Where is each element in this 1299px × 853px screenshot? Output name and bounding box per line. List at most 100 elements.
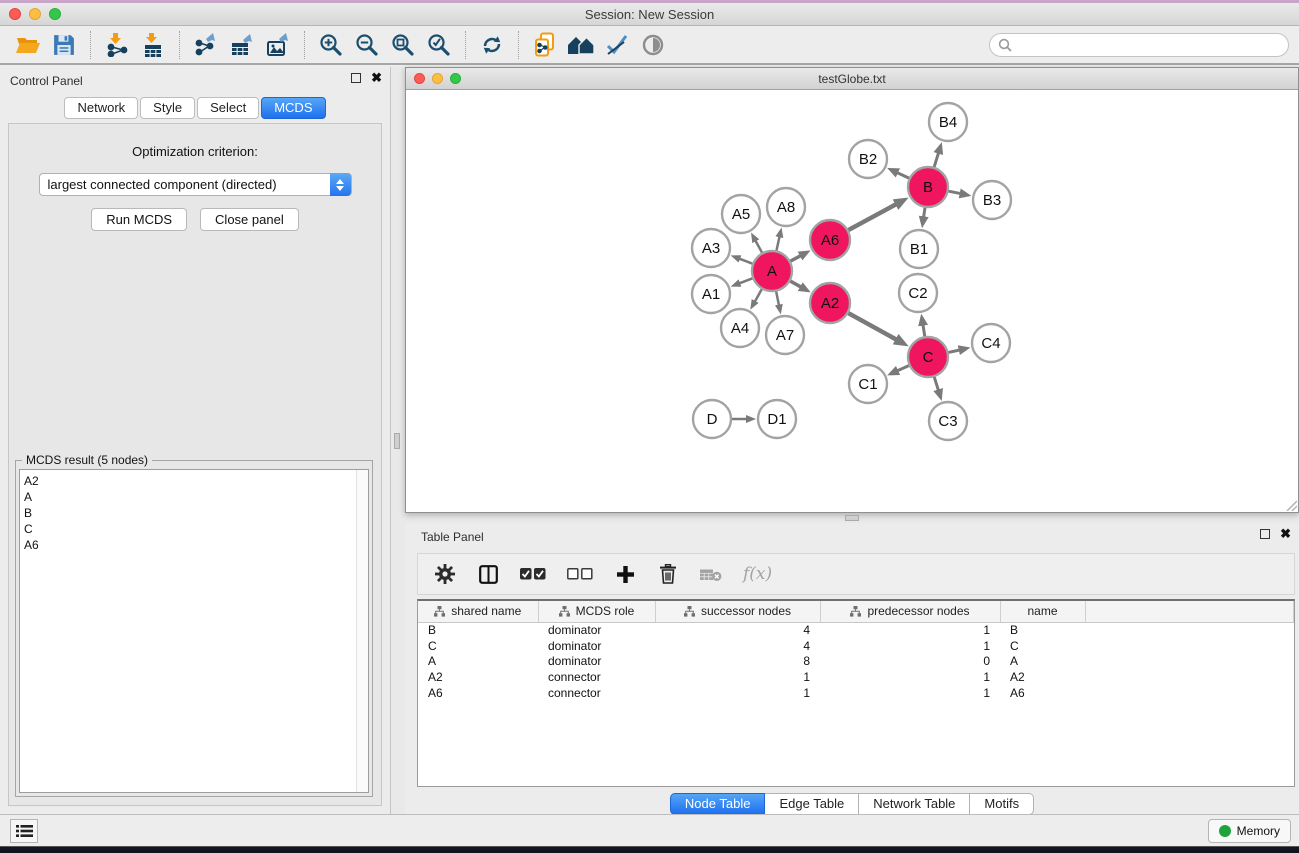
- column-type-icon: [684, 606, 695, 617]
- table-header-row: shared nameMCDS rolesuccessor nodesprede…: [418, 601, 1294, 622]
- table-row[interactable]: A6connector11A6: [418, 685, 1294, 701]
- table-panel-title: Table Panel: [421, 530, 484, 544]
- table-cell: 1: [820, 669, 1000, 685]
- criterion-dropdown[interactable]: largest connected component (directed): [39, 173, 352, 196]
- import-table-icon: [141, 33, 165, 57]
- window-resize-grip[interactable]: [1285, 499, 1297, 511]
- import-table-button[interactable]: [135, 29, 171, 61]
- node-table: shared nameMCDS rolesuccessor nodesprede…: [418, 601, 1294, 701]
- network-canvas[interactable]: B4B2BB3A8A5A6A3B1AC2A1A2A4A7C4CC1C3DD1: [406, 90, 1298, 512]
- table-cell: A: [418, 654, 538, 670]
- table-panel-header: Table Panel ✖: [405, 523, 1299, 549]
- list-icon: [16, 824, 33, 838]
- graph-node-label-A: A: [767, 263, 777, 280]
- tab-edge-table[interactable]: Edge Table: [765, 793, 859, 815]
- show-hidden-button[interactable]: [635, 29, 671, 61]
- network-window-title: testGlobe.txt: [406, 72, 1298, 86]
- column-header-predecessor-nodes[interactable]: predecessor nodes: [820, 601, 1000, 622]
- table-cell: A6: [1000, 685, 1085, 701]
- column-header-successor-nodes[interactable]: successor nodes: [655, 601, 820, 622]
- table-row[interactable]: Adominator80A: [418, 654, 1294, 670]
- save-session-button[interactable]: [46, 29, 82, 61]
- control-panel-header: Control Panel ✖: [0, 67, 390, 93]
- tab-network[interactable]: Network: [64, 97, 138, 119]
- tab-node-table[interactable]: Node Table: [670, 793, 766, 815]
- tab-style[interactable]: Style: [140, 97, 195, 119]
- open-session-button[interactable]: [10, 29, 46, 61]
- delete-column-button[interactable]: [657, 561, 679, 587]
- tab-motifs[interactable]: Motifs: [970, 793, 1034, 815]
- tab-network-table[interactable]: Network Table: [859, 793, 970, 815]
- tab-mcds[interactable]: MCDS: [261, 97, 325, 119]
- tab-select[interactable]: Select: [197, 97, 259, 119]
- columns-icon: [479, 565, 498, 584]
- table-panel-tabs: Node TableEdge TableNetwork TableMotifs: [405, 793, 1299, 815]
- export-image-button[interactable]: [260, 29, 296, 61]
- export-table-button[interactable]: [224, 29, 260, 61]
- deselect-all-button[interactable]: [567, 561, 593, 587]
- result-list-item[interactable]: A6: [24, 537, 368, 553]
- node-table-container: shared nameMCDS rolesuccessor nodesprede…: [417, 599, 1295, 787]
- hide-selected-button[interactable]: [599, 29, 635, 61]
- close-table-panel-icon[interactable]: ✖: [1280, 529, 1291, 539]
- dropdown-stepper-icon: [330, 173, 351, 196]
- task-history-button[interactable]: [10, 819, 38, 843]
- vertical-split-handle[interactable]: [394, 433, 400, 449]
- export-image-icon: [266, 33, 290, 57]
- graph-edge-A2-C[interactable]: [846, 312, 898, 340]
- table-row[interactable]: A2connector11A2: [418, 669, 1294, 685]
- result-list-scrollbar[interactable]: [356, 470, 368, 792]
- network-view-window: testGlobe.txt B4B2BB3A8A5A6A3B1AC2A1A2A4…: [405, 67, 1299, 513]
- table-row[interactable]: Cdominator41C: [418, 638, 1294, 654]
- export-network-icon: [194, 33, 218, 57]
- zoom-fit-button[interactable]: [385, 29, 421, 61]
- graph-node-label-C4: C4: [981, 335, 1000, 352]
- select-all-button[interactable]: [520, 561, 546, 587]
- create-column-button[interactable]: [614, 561, 636, 587]
- function-builder-button[interactable]: f(x): [743, 561, 772, 587]
- import-network-button[interactable]: [99, 29, 135, 61]
- zoom-in-button[interactable]: [313, 29, 349, 61]
- zoom-out-button[interactable]: [349, 29, 385, 61]
- horizontal-split-handle[interactable]: [845, 515, 859, 521]
- column-type-icon: [850, 606, 861, 617]
- eye-icon: [641, 33, 665, 57]
- result-list-item[interactable]: C: [24, 521, 368, 537]
- table-cell: dominator: [538, 654, 655, 670]
- zoom-selected-button[interactable]: [421, 29, 457, 61]
- graph-edge-A6-B[interactable]: [846, 204, 897, 232]
- table-row[interactable]: Bdominator41B: [418, 622, 1294, 638]
- table-cell: 1: [820, 622, 1000, 638]
- close-panel-button[interactable]: Close panel: [200, 208, 299, 231]
- close-panel-icon[interactable]: ✖: [371, 73, 382, 83]
- float-table-panel-icon[interactable]: [1260, 529, 1270, 539]
- result-list-item[interactable]: A: [24, 489, 368, 505]
- table-cell-empty: [1085, 669, 1294, 685]
- criterion-value: largest connected component (directed): [48, 177, 277, 192]
- table-cell: C: [1000, 638, 1085, 654]
- table-cell: B: [1000, 622, 1085, 638]
- result-list-item[interactable]: A2: [24, 473, 368, 489]
- float-panel-icon[interactable]: [351, 73, 361, 83]
- table-cell: 0: [820, 654, 1000, 670]
- clone-network-button[interactable]: [527, 29, 563, 61]
- memory-button[interactable]: Memory: [1208, 819, 1291, 843]
- optimization-criterion-label: Optimization criterion:: [9, 144, 381, 159]
- search-input[interactable]: [1018, 38, 1280, 52]
- column-header-MCDS-role[interactable]: MCDS role: [538, 601, 655, 622]
- delete-table-button[interactable]: [700, 561, 722, 587]
- main-area: Control Panel ✖ NetworkStyleSelectMCDS O…: [0, 67, 1299, 815]
- run-mcds-button[interactable]: Run MCDS: [91, 208, 187, 231]
- table-settings-button[interactable]: [434, 561, 456, 587]
- column-header-empty: [1085, 601, 1294, 622]
- table-body: Bdominator41BCdominator41CAdominator80AA…: [418, 622, 1294, 701]
- mcds-result-title: MCDS result (5 nodes): [22, 453, 152, 467]
- column-header-shared-name[interactable]: shared name: [418, 601, 538, 622]
- show-column-panel-button[interactable]: [477, 561, 499, 587]
- result-list-item[interactable]: B: [24, 505, 368, 521]
- refresh-view-button[interactable]: [474, 29, 510, 61]
- column-header-name[interactable]: name: [1000, 601, 1085, 622]
- export-network-button[interactable]: [188, 29, 224, 61]
- show-all-button[interactable]: [563, 29, 599, 61]
- table-cell: connector: [538, 669, 655, 685]
